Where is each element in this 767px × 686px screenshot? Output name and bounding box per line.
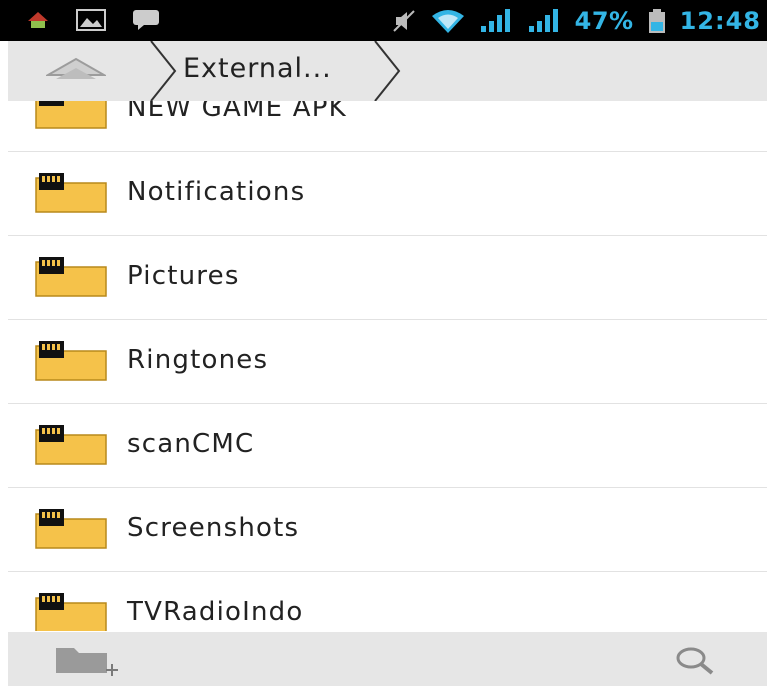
folder-name: Notifications: [127, 177, 306, 207]
navigation-bar: External...: [8, 41, 767, 101]
folder-list: NEW GAME APK Notifications Pictures Ring…: [8, 101, 767, 631]
folder-sdcard-icon: [35, 509, 107, 549]
folder-row-notifications[interactable]: Notifications: [8, 151, 767, 236]
folder-sdcard-icon: [35, 341, 107, 381]
folder-name: Pictures: [127, 261, 240, 291]
folder-row-ringtones[interactable]: Ringtones: [8, 319, 767, 404]
signal-2-icon: [528, 9, 558, 32]
folder-row-tvradioindo[interactable]: TVRadioIndo: [8, 571, 767, 631]
folder-sdcard-icon: [35, 173, 107, 213]
mute-icon: [392, 10, 415, 32]
folder-name: Ringtones: [127, 345, 269, 375]
status-bar: 47% 12:48: [0, 0, 767, 41]
folder-row-scancmc[interactable]: scanCMC: [8, 403, 767, 488]
folder-row-screenshots[interactable]: Screenshots: [8, 487, 767, 572]
folder-sdcard-icon: [35, 593, 107, 631]
folder-sdcard-icon: [35, 101, 107, 129]
folder-row-new-game-apk[interactable]: NEW GAME APK: [8, 101, 767, 152]
breadcrumb-separator-icon: [150, 41, 177, 101]
folder-sdcard-icon: [35, 425, 107, 465]
folder-name: TVRadioIndo: [127, 597, 304, 627]
signal-1-icon: [480, 9, 510, 32]
breadcrumb-end-icon: [374, 41, 401, 101]
image-notification-icon: [76, 9, 106, 31]
new-folder-icon[interactable]: [54, 644, 124, 678]
battery-icon: [648, 9, 665, 33]
folder-name: scanCMC: [127, 429, 255, 459]
home-icon[interactable]: [46, 51, 106, 89]
breadcrumb-external[interactable]: External...: [183, 53, 332, 84]
bottom-action-bar: [8, 632, 767, 686]
folder-name: Screenshots: [127, 513, 300, 543]
app-notification-icon: [28, 12, 48, 28]
clock: 12:48: [679, 7, 761, 35]
folder-sdcard-icon: [35, 257, 107, 297]
folder-row-pictures[interactable]: Pictures: [8, 235, 767, 320]
search-icon[interactable]: [674, 645, 714, 677]
battery-percent: 47%: [574, 7, 634, 35]
chat-notification-icon: [133, 10, 159, 30]
wifi-icon: [431, 10, 464, 33]
folder-name: NEW GAME APK: [127, 101, 347, 123]
